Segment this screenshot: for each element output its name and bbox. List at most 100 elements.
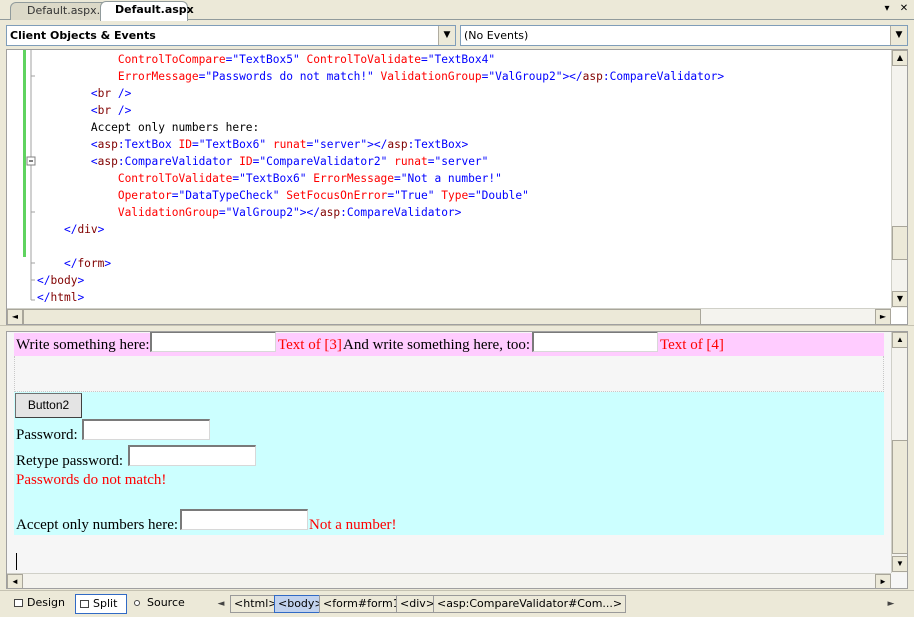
code-line[interactable]: </body> <box>37 272 724 289</box>
code-line[interactable] <box>37 238 724 255</box>
code-token: > <box>77 291 85 304</box>
code-token: "TextBox5" <box>232 53 300 66</box>
pink-panel: Write something here: Text of [3] And wr… <box>14 332 884 356</box>
scroll-thumb[interactable] <box>23 309 701 324</box>
design-surface[interactable]: Write something here: Text of [3] And wr… <box>6 331 908 589</box>
tab-default-aspx[interactable]: Default.aspx <box>100 1 194 21</box>
text-caret <box>16 553 17 570</box>
close-icon[interactable]: ✕ <box>897 2 911 16</box>
events-combo[interactable]: (No Events) ▼ <box>460 25 908 46</box>
code-token: asp <box>387 138 408 151</box>
validator-text-3: Text of [3] <box>278 337 342 353</box>
code-line[interactable]: <asp:CompareValidator ID = "CompareValidat… <box>37 153 724 170</box>
scroll-thumb[interactable] <box>892 226 907 260</box>
code-text[interactable]: ControlToCompare = "TextBox5" ControlToVal… <box>37 51 724 306</box>
design-horizontal-scrollbar[interactable]: ◄ ► <box>7 573 891 588</box>
code-token: ControlToCompare <box>117 53 226 66</box>
code-line[interactable]: ErrorMessage="Passwords do not match!" V… <box>37 68 724 85</box>
tab-dropdown-icon[interactable]: ▾ <box>880 2 894 16</box>
cyan-panel: Button2 Password: Retype password: Passw… <box>14 392 884 535</box>
code-token: ></ <box>367 138 388 151</box>
chevron-down-icon[interactable]: ▼ <box>438 26 455 45</box>
code-line[interactable]: <br /> <box>37 85 724 102</box>
code-token: /> <box>111 87 132 100</box>
design-vertical-scrollbar[interactable]: ▲ ▼ <box>891 332 907 573</box>
combo-value: Client Objects & Events <box>10 29 156 42</box>
code-token: > <box>77 274 85 287</box>
split-view-button[interactable]: Split <box>75 594 127 614</box>
chevron-down-icon[interactable]: ▼ <box>890 26 907 45</box>
design-view-icon <box>14 599 23 607</box>
code-line[interactable]: <br /> <box>37 102 724 119</box>
code-line[interactable]: Accept only numbers here: <box>37 119 724 136</box>
code-token: :TextBox> <box>407 138 469 151</box>
code-token: ControlToValidate <box>306 53 421 66</box>
not-a-number-message: Not a number! <box>309 517 397 533</box>
code-line[interactable]: ControlToCompare = "TextBox5" ControlToVal… <box>37 51 724 68</box>
code-token: :CompareValidator> <box>340 206 462 219</box>
scroll-down-icon[interactable]: ▼ <box>892 291 907 307</box>
breadcrumb-back-icon[interactable]: ◄ <box>214 596 228 612</box>
textbox-4-top[interactable] <box>532 332 658 352</box>
scroll-down-icon[interactable]: ▼ <box>892 556 907 572</box>
code-token: Accept only numbers here: <box>37 121 260 134</box>
code-line[interactable]: </div> <box>37 221 724 238</box>
code-line[interactable]: </html> <box>37 289 724 306</box>
scroll-up-icon[interactable]: ▲ <box>892 50 907 66</box>
button2[interactable]: Button2 <box>15 393 82 418</box>
code-token: "server" <box>434 155 489 168</box>
code-token: "TextBox6" <box>198 138 267 151</box>
split-view-icon <box>80 600 89 608</box>
code-token: div <box>77 223 98 236</box>
numbers-input[interactable] <box>180 509 308 530</box>
code-line[interactable]: <asp:TextBox ID="TextBox6" runat="server… <box>37 136 724 153</box>
source-vertical-scrollbar[interactable]: ▲ ▼ <box>891 50 907 308</box>
view-label: Split <box>93 597 118 610</box>
code-line[interactable]: Operator = "DataTypeCheck" SetFocusOnError… <box>37 187 724 204</box>
scroll-right-icon[interactable]: ► <box>875 574 891 588</box>
scroll-up-icon[interactable]: ▲ <box>892 332 907 348</box>
scroll-left-icon[interactable]: ◄ <box>7 574 23 588</box>
password-label: Password: <box>16 427 78 443</box>
code-line[interactable]: </form> <box>37 255 724 272</box>
scroll-right-icon[interactable]: ► <box>875 309 891 324</box>
write-something-label: Write something here: <box>16 337 150 353</box>
source-horizontal-scrollbar[interactable]: ◄ ► <box>7 308 891 324</box>
source-view-icon <box>134 600 140 606</box>
retype-password-input[interactable] <box>128 445 256 466</box>
navigation-bar: Client Objects & Events ▼ (No Events) ▼ <box>0 22 914 48</box>
view-label: Source <box>147 596 185 609</box>
code-token: runat <box>272 138 307 151</box>
code-line[interactable]: ValidationGroup="ValGroup2"></asp:Compar… <box>37 204 724 221</box>
code-token: = <box>191 138 199 151</box>
breadcrumb-comparevalidator[interactable]: <asp:CompareValidator#Com...> <box>433 595 627 613</box>
code-token: ErrorMessage <box>117 70 199 83</box>
code-token: :TextBox <box>117 138 179 151</box>
password-input[interactable] <box>82 419 210 440</box>
code-line[interactable]: ControlToValidate = "TextBox6" ErrorMessag… <box>37 170 724 187</box>
breadcrumb-forward-icon[interactable]: ► <box>884 596 898 612</box>
scroll-thumb[interactable] <box>892 440 907 554</box>
code-token: Operator <box>117 189 172 202</box>
code-token: < <box>90 104 98 117</box>
view-switcher-bar: Design Split Source ◄ <html> <body> <for… <box>0 590 914 617</box>
design-view-button[interactable]: Design <box>10 594 70 614</box>
textbox-3[interactable] <box>150 332 276 352</box>
code-token: ID <box>239 155 253 168</box>
code-token: html <box>50 291 78 304</box>
client-objects-combo[interactable]: Client Objects & Events ▼ <box>6 25 456 46</box>
numbers-label: Accept only numbers here: <box>16 517 179 533</box>
scroll-left-icon[interactable]: ◄ <box>7 309 23 324</box>
source-editor[interactable]: ControlToCompare = "TextBox5" ControlToVal… <box>6 49 908 325</box>
tab-default-aspx-cs[interactable]: Default.aspx.cs <box>10 2 112 20</box>
code-token: "TextBox6" <box>239 172 307 185</box>
code-token: "Not a number!" <box>400 172 502 185</box>
code-token: ValidationGroup <box>380 70 482 83</box>
source-view-button[interactable]: Source <box>130 594 190 614</box>
